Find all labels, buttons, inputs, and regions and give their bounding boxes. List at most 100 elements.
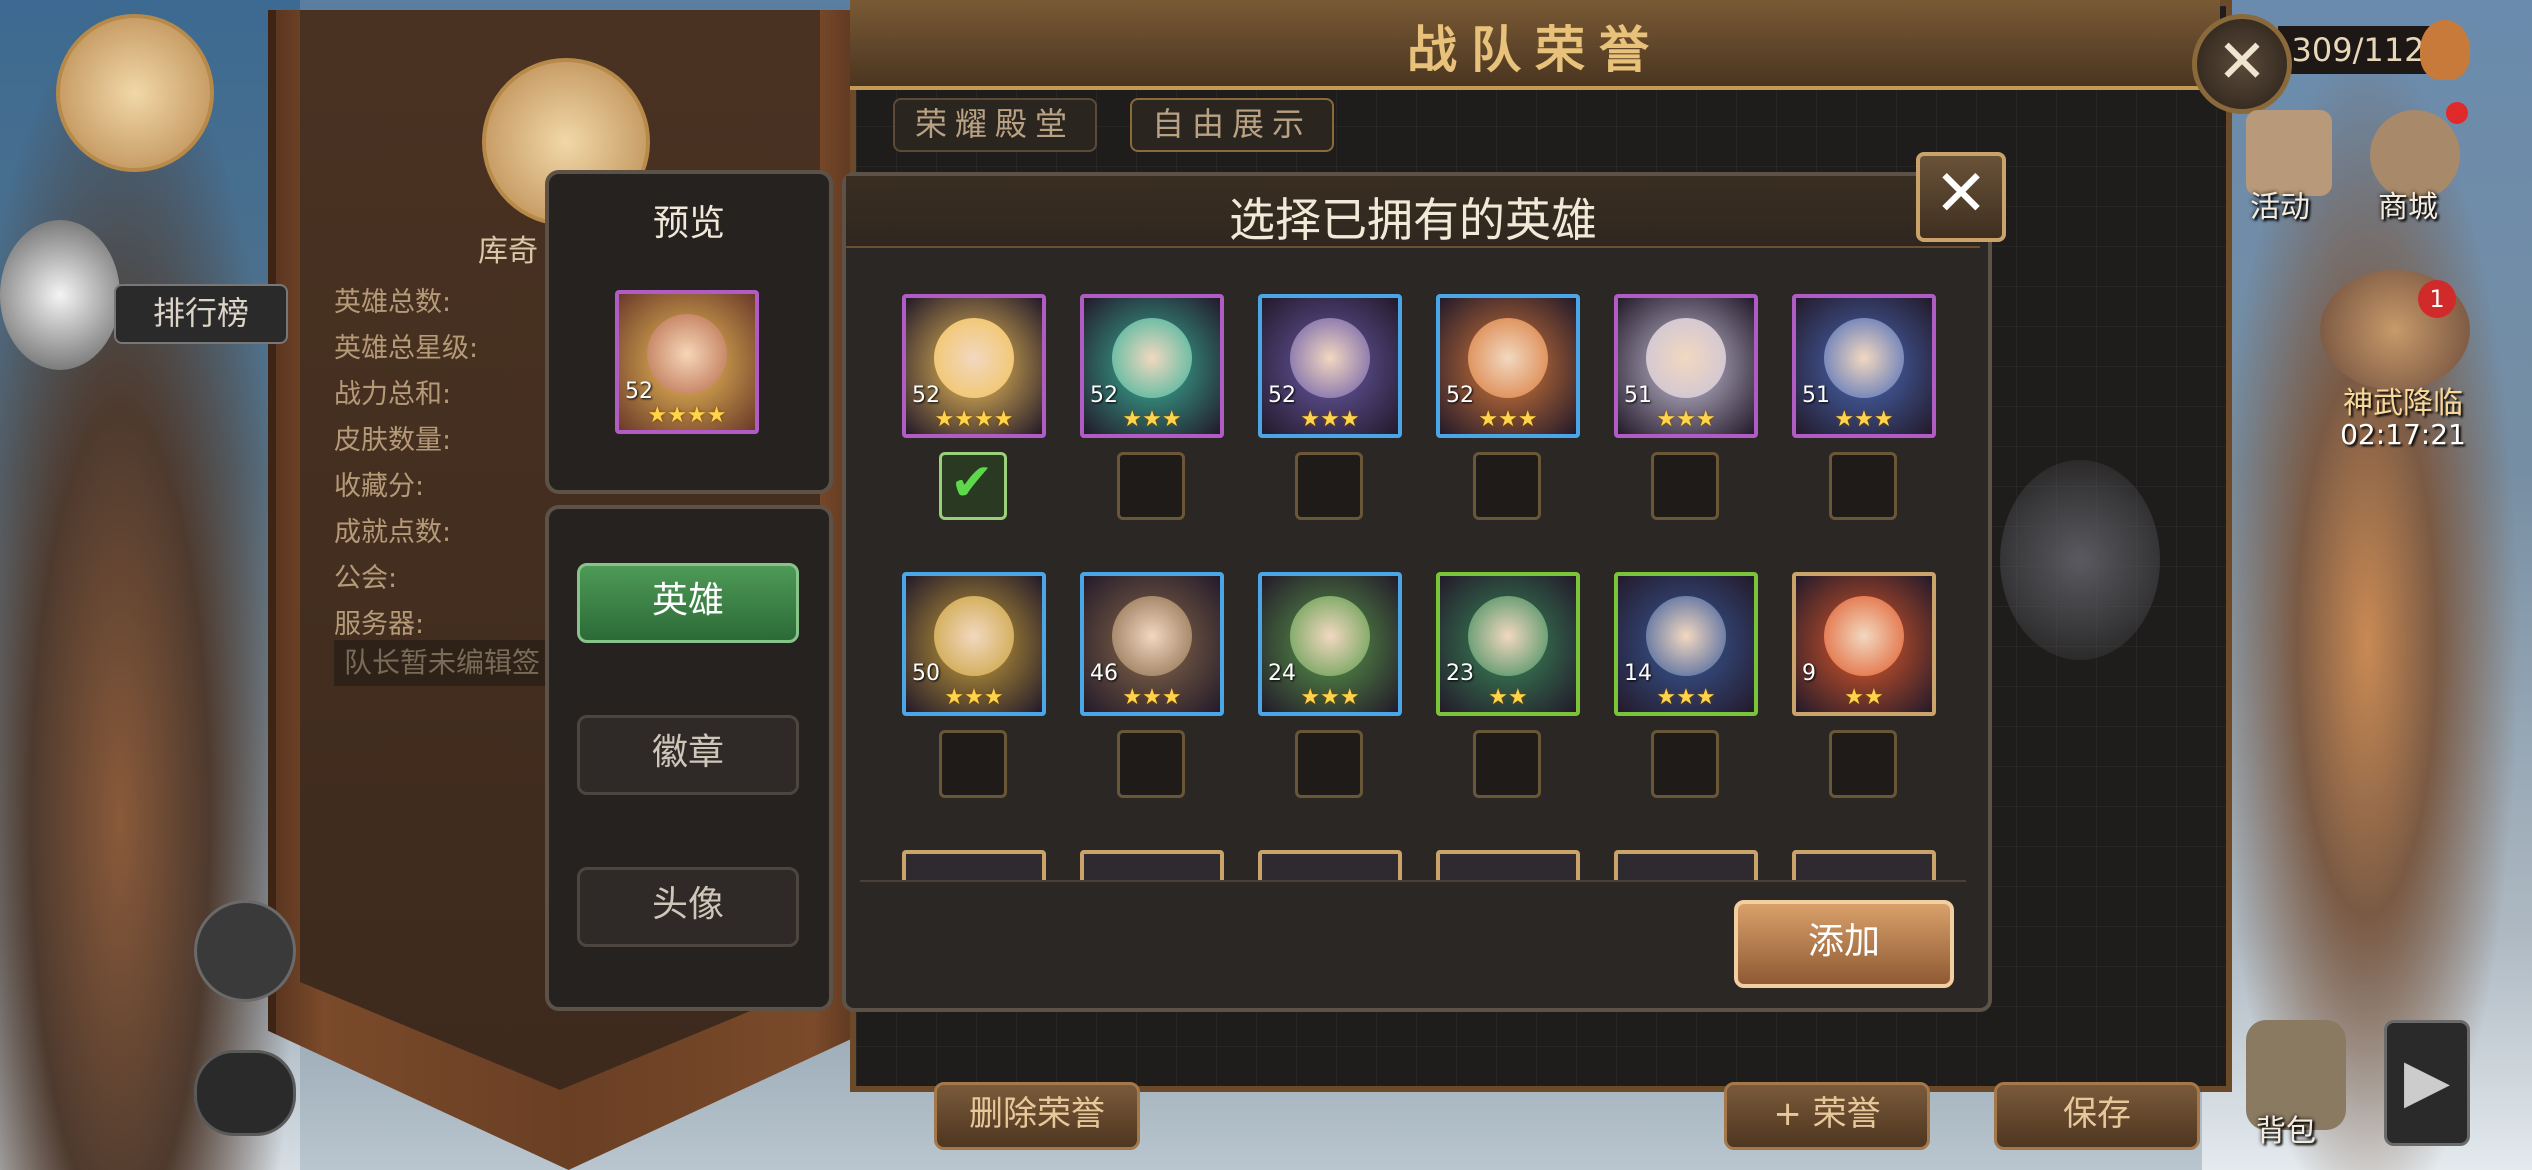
hero-checkbox[interactable]: [1829, 452, 1897, 520]
player-avatar-icon[interactable]: [56, 14, 214, 172]
rank-label: 排行榜: [152, 294, 249, 332]
add-label: 添加: [1807, 921, 1880, 962]
rank-button[interactable]: 排行榜: [114, 284, 288, 344]
add-button[interactable]: 添加: [1734, 900, 1954, 988]
hero-card-partial[interactable]: [1614, 850, 1758, 880]
hero-portrait: [934, 596, 1014, 676]
hero-checkbox[interactable]: [1117, 730, 1185, 798]
menu-heroes-label: 英雄: [651, 580, 724, 621]
preview-panel: 预览 52 ★★★★: [545, 170, 833, 494]
event-badge: 1: [2418, 280, 2456, 318]
hero-card[interactable]: 52 ★★★: [1436, 294, 1580, 438]
activity-label: 活动: [2250, 190, 2310, 225]
hero-checkbox[interactable]: [1295, 452, 1363, 520]
stat-label: 英雄总星级:: [334, 333, 479, 364]
hero-checkbox[interactable]: [1117, 452, 1185, 520]
hero-stars: ★★★: [1300, 407, 1360, 432]
hero-level: 52: [912, 383, 940, 408]
hero-card[interactable]: 51 ★★★: [1614, 294, 1758, 438]
stat-label: 收藏分:: [334, 471, 425, 502]
delete-honor-label: 删除荣誉: [969, 1094, 1105, 1134]
hero-stars: ★★★: [1122, 407, 1182, 432]
hero-stars: ★★★: [1656, 685, 1716, 710]
hero-card[interactable]: 23 ★★: [1436, 572, 1580, 716]
hero-stars: ★★★★: [934, 407, 1014, 432]
hero-checkbox[interactable]: [939, 452, 1007, 520]
stat-label: 英雄总数:: [334, 287, 452, 318]
grid-divider: [860, 880, 1966, 882]
hero-checkbox[interactable]: [1651, 730, 1719, 798]
hero-stars: ★★★: [1122, 685, 1182, 710]
hero-card[interactable]: 46 ★★★: [1080, 572, 1224, 716]
menu-avatars-button[interactable]: 头像: [577, 867, 799, 947]
menu-heroes-button[interactable]: 英雄: [577, 563, 799, 643]
save-button[interactable]: 保存: [1994, 1082, 2200, 1150]
hero-card[interactable]: 50 ★★★: [902, 572, 1046, 716]
menu-badges-button[interactable]: 徽章: [577, 715, 799, 795]
hero-level: 51: [1624, 383, 1652, 408]
hero-level: 52: [1446, 383, 1474, 408]
hero-card[interactable]: 9 ★★: [1792, 572, 1936, 716]
hero-card-partial[interactable]: [1258, 850, 1402, 880]
hero-stars: ★★★: [1478, 407, 1538, 432]
hero-card-partial[interactable]: [1080, 850, 1224, 880]
mail-icon[interactable]: [194, 900, 296, 1002]
hero-portrait: [1112, 318, 1192, 398]
pet-cat-icon: [0, 220, 120, 370]
hero-checkbox[interactable]: [1651, 452, 1719, 520]
hero-card[interactable]: 51 ★★★: [1792, 294, 1936, 438]
hero-portrait: [1468, 596, 1548, 676]
save-label: 保存: [2063, 1094, 2131, 1134]
hero-card[interactable]: 14 ★★★: [1614, 572, 1758, 716]
hero-stars: ★★★★: [647, 403, 727, 428]
hero-card-partial[interactable]: [902, 850, 1046, 880]
menu-badges-label: 徽章: [651, 732, 724, 773]
hero-checkbox[interactable]: [1473, 730, 1541, 798]
close-dialog-button[interactable]: ✕: [1916, 152, 2006, 242]
stat-label: 成就点数:: [334, 517, 452, 548]
hero-card-partial[interactable]: [1792, 850, 1936, 880]
hero-level: 52: [1090, 383, 1118, 408]
hero-stars: ★★: [1844, 685, 1884, 710]
hero-checkbox[interactable]: [1295, 730, 1363, 798]
hero-level: 52: [1268, 383, 1296, 408]
ghost-hero-figure: [2000, 460, 2160, 660]
hero-portrait: [1290, 596, 1370, 676]
close-board-button[interactable]: ✕: [2192, 14, 2292, 114]
hero-card[interactable]: 52 ★★★★: [902, 294, 1046, 438]
hero-checkbox[interactable]: [939, 730, 1007, 798]
preview-hero-card: 52 ★★★★: [615, 290, 759, 434]
motto-field[interactable]: 队长暂未编辑签: [334, 640, 564, 686]
add-honor-button[interactable]: + 荣誉: [1724, 1082, 1930, 1150]
hero-level: 51: [1802, 383, 1830, 408]
next-arrow-icon[interactable]: ▶: [2384, 1020, 2470, 1146]
event-timer: 02:17:21: [2340, 418, 2466, 451]
preview-title: 预览: [652, 203, 725, 244]
hero-portrait: [1646, 596, 1726, 676]
event-label: 神武降临: [2343, 386, 2463, 421]
hero-level: 46: [1090, 661, 1118, 686]
hero-card[interactable]: 24 ★★★: [1258, 572, 1402, 716]
hero-portrait: [1468, 318, 1548, 398]
shop-label: 商城: [2378, 190, 2438, 225]
stat-label: 战力总和:: [334, 379, 452, 410]
hero-checkbox[interactable]: [1829, 730, 1897, 798]
stat-label: 皮肤数量:: [334, 425, 452, 456]
tab-label: 荣耀殿堂: [914, 105, 1075, 143]
delete-honor-button[interactable]: 删除荣誉: [934, 1082, 1140, 1150]
hero-level: 50: [912, 661, 940, 686]
dialog-header: 选择已拥有的英雄: [846, 176, 1980, 248]
hero-stars: ★★★: [1300, 685, 1360, 710]
tab-hall-of-glory[interactable]: 荣耀殿堂: [893, 98, 1097, 152]
tab-free-display[interactable]: 自由展示: [1130, 98, 1334, 152]
hero-grid: 52★★★★52★★★52★★★52★★★51★★★51★★★50★★★46★★…: [860, 270, 1966, 880]
hero-checkbox[interactable]: [1473, 452, 1541, 520]
hero-card[interactable]: 52 ★★★: [1258, 294, 1402, 438]
hero-card[interactable]: 52 ★★★: [1080, 294, 1224, 438]
board-header: 战队荣誉: [850, 0, 2220, 90]
chat-icon[interactable]: [194, 1050, 296, 1136]
hero-card-partial[interactable]: [1436, 850, 1580, 880]
stats-list: 英雄总数: 英雄总星级: 战力总和: 皮肤数量: 收藏分: 成就点数: 公会: …: [334, 280, 478, 648]
hero-stars: ★★★: [1834, 407, 1894, 432]
hero-portrait: [934, 318, 1014, 398]
